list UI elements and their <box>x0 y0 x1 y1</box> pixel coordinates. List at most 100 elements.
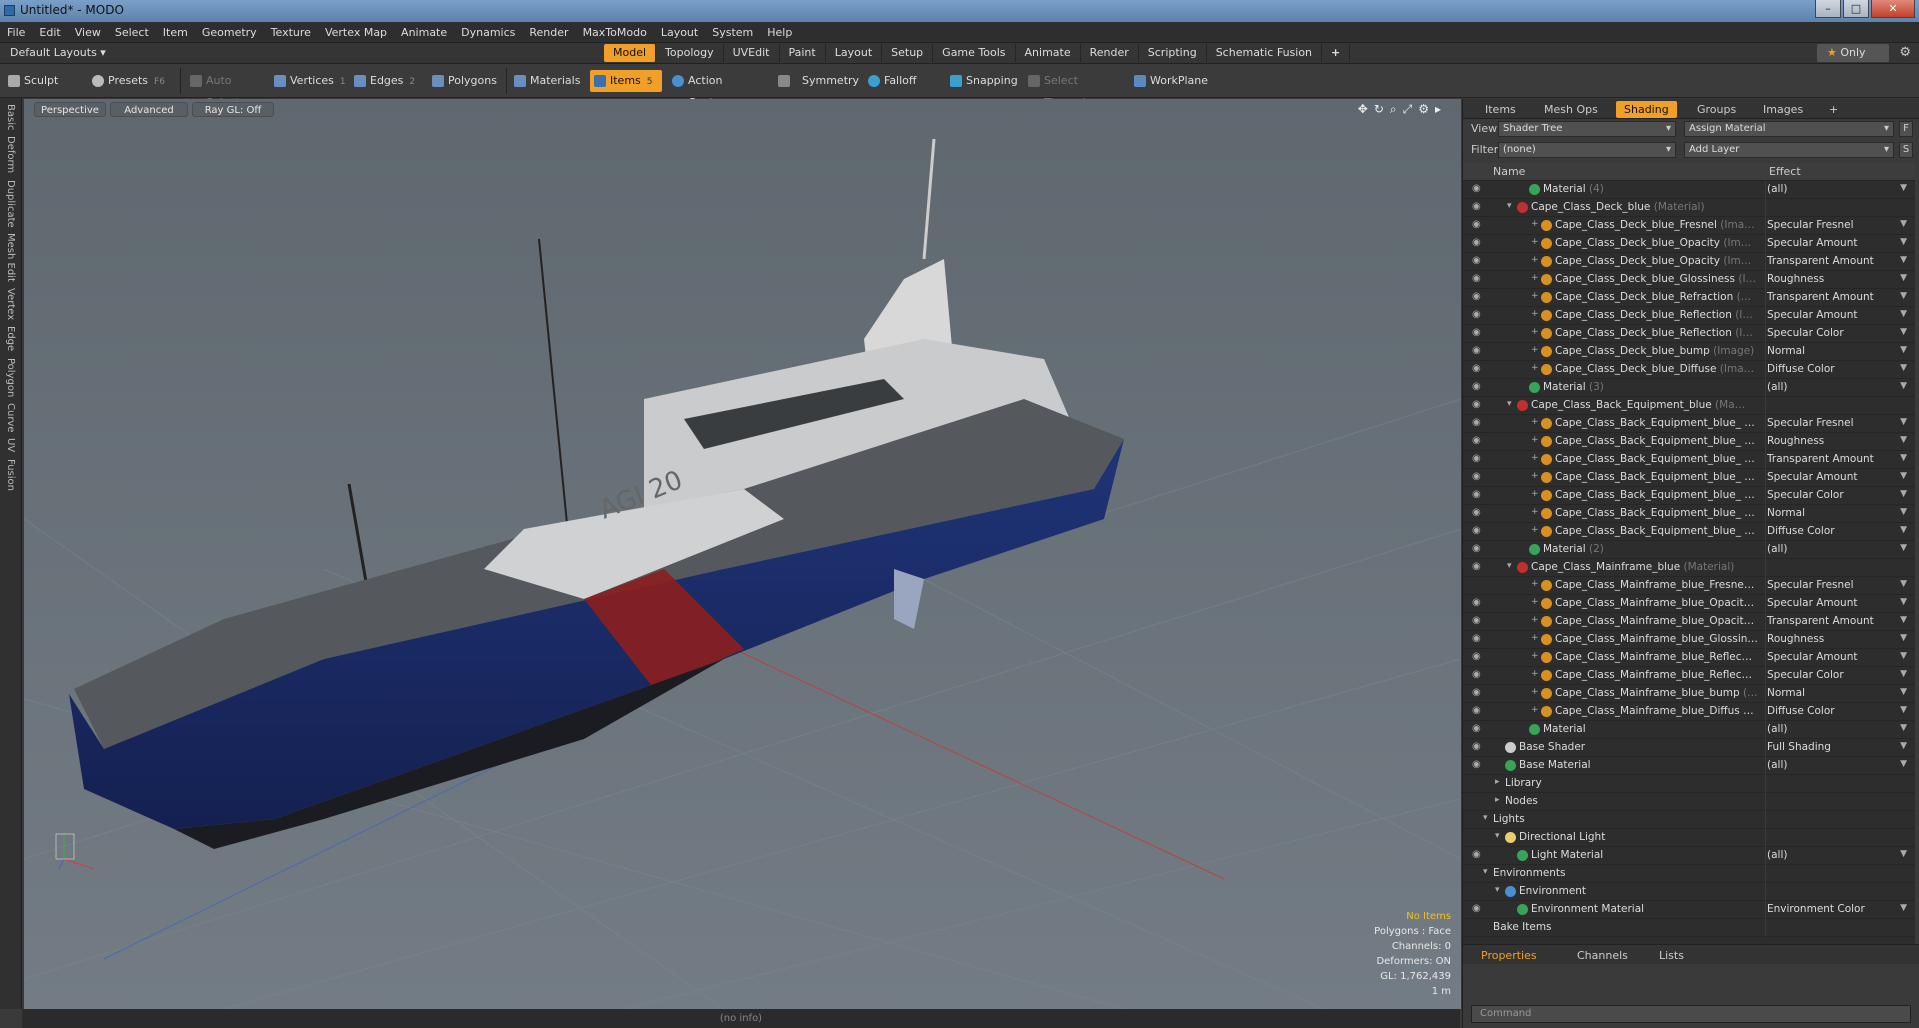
layer-effect[interactable]: Transparent Amount <box>1767 255 1874 267</box>
effect-dropdown-icon[interactable]: ▼ <box>1900 435 1907 445</box>
visibility-eye-icon[interactable]: ◉ <box>1472 634 1484 644</box>
expand-plus-icon[interactable]: + <box>1531 579 1539 589</box>
layer-effect[interactable]: Transparent Amount <box>1767 291 1874 303</box>
effect-dropdown-icon[interactable]: ▼ <box>1900 849 1907 859</box>
shader-tree-row[interactable]: ◉ + Cape_Class_Deck_blue_Refraction (… Tran… <box>1463 289 1915 307</box>
bottom-tab-channels[interactable]: Channels <box>1569 947 1636 964</box>
layer-effect[interactable]: Diffuse Color <box>1767 363 1835 375</box>
shader-tree-row[interactable]: + Cape_Class_Mainframe_blue_Fresne… Specul… <box>1463 577 1915 595</box>
expand-plus-icon[interactable]: + <box>1531 435 1539 445</box>
expand-arrow-icon[interactable]: ▸ <box>1495 777 1500 787</box>
expand-plus-icon[interactable]: + <box>1531 597 1539 607</box>
effect-dropdown-icon[interactable]: ▼ <box>1900 345 1907 355</box>
visibility-eye-icon[interactable]: ◉ <box>1472 562 1484 572</box>
shader-tree-row[interactable]: ◉ + Cape_Class_Deck_blue_Fresnel (Ima… Spec… <box>1463 217 1915 235</box>
effect-dropdown-icon[interactable]: ▼ <box>1900 417 1907 427</box>
menu-dynamics[interactable]: Dynamics <box>454 22 522 43</box>
effect-dropdown-icon[interactable]: ▼ <box>1900 183 1907 193</box>
layer-effect[interactable]: Roughness <box>1767 633 1824 645</box>
effect-dropdown-icon[interactable]: ▼ <box>1900 759 1907 769</box>
visibility-eye-icon[interactable]: ◉ <box>1472 490 1484 500</box>
visibility-eye-icon[interactable]: ◉ <box>1472 742 1484 752</box>
visibility-eye-icon[interactable]: ◉ <box>1472 292 1484 302</box>
layer-effect[interactable]: (all) <box>1767 183 1787 195</box>
expand-plus-icon[interactable]: + <box>1531 705 1539 715</box>
left-tab-basic[interactable]: Basic <box>5 104 16 130</box>
sculpt-button[interactable]: Sculpt <box>4 70 68 92</box>
layer-effect[interactable]: Specular Amount <box>1767 651 1858 663</box>
command-input[interactable]: Command <box>1471 1005 1911 1023</box>
layout-tab-render[interactable]: Render <box>1081 44 1139 62</box>
vertices-button[interactable]: Vertices 1 <box>270 70 350 92</box>
visibility-eye-icon[interactable]: ◉ <box>1472 418 1484 428</box>
visibility-eye-icon[interactable]: ◉ <box>1472 238 1484 248</box>
effect-dropdown-icon[interactable]: ▼ <box>1900 525 1907 535</box>
expand-plus-icon[interactable]: + <box>1531 363 1539 373</box>
effect-dropdown-icon[interactable]: ▼ <box>1900 381 1907 391</box>
shader-tree-row[interactable]: ◉ + Cape_Class_Deck_blue_Glossiness (I… Rou… <box>1463 271 1915 289</box>
expand-plus-icon[interactable]: + <box>1531 471 1539 481</box>
menu-file[interactable]: File <box>0 22 32 43</box>
layer-effect[interactable]: Diffuse Color <box>1767 525 1835 537</box>
shader-tree-row[interactable]: ◉ + Cape_Class_Mainframe_blue_Opacit… Trans… <box>1463 613 1915 631</box>
shader-tree-row[interactable]: ▸ Library <box>1463 775 1915 793</box>
layer-effect[interactable]: Specular Amount <box>1767 597 1858 609</box>
visibility-eye-icon[interactable]: ◉ <box>1472 850 1484 860</box>
layer-effect[interactable]: Specular Amount <box>1767 471 1858 483</box>
expand-plus-icon[interactable]: + <box>1531 651 1539 661</box>
layer-effect[interactable]: (all) <box>1767 759 1787 771</box>
visibility-eye-icon[interactable]: ◉ <box>1472 652 1484 662</box>
close-button[interactable]: ✕ <box>1871 0 1915 18</box>
visibility-eye-icon[interactable]: ◉ <box>1472 400 1484 410</box>
shader-tree-row[interactable]: ◉ Base Material (all) ▼ <box>1463 757 1915 775</box>
expand-plus-icon[interactable]: + <box>1531 273 1539 283</box>
shader-tree-row[interactable]: ◉ + Cape_Class_Deck_blue_Reflection (I… Spe… <box>1463 325 1915 343</box>
effect-dropdown-icon[interactable]: ▼ <box>1900 327 1907 337</box>
3d-viewport[interactable]: AGI 20 Perspective Advanced Ray GL: Off … <box>24 99 1461 1009</box>
shader-tree-row[interactable]: ▾ Directional Light <box>1463 829 1915 847</box>
expand-plus-icon[interactable]: + <box>1531 291 1539 301</box>
effect-dropdown-icon[interactable]: ▼ <box>1900 507 1907 517</box>
expand-plus-icon[interactable]: + <box>1531 615 1539 625</box>
layer-effect[interactable]: Diffuse Color <box>1767 705 1835 717</box>
visibility-eye-icon[interactable]: ◉ <box>1472 904 1484 914</box>
polygons-button[interactable]: Polygons <box>428 70 504 92</box>
expand-plus-icon[interactable]: + <box>1531 687 1539 697</box>
perspective-button[interactable]: Perspective <box>34 102 106 117</box>
layer-effect[interactable]: Specular Fresnel <box>1767 579 1854 591</box>
materials-button[interactable]: Materials <box>510 70 586 92</box>
shader-tree-row[interactable]: ◉ + Cape_Class_Mainframe_blue_Reflec… Specu… <box>1463 649 1915 667</box>
menu-select[interactable]: Select <box>108 22 156 43</box>
raygl-button[interactable]: Ray GL: Off <box>192 102 274 117</box>
layer-effect[interactable]: Roughness <box>1767 435 1824 447</box>
advanced-button[interactable]: Advanced <box>110 102 188 117</box>
bottom-tab-lists[interactable]: Lists <box>1651 947 1692 964</box>
shader-tree-row[interactable]: ◉ + Cape_Class_Deck_blue_bump (Image) Norma… <box>1463 343 1915 361</box>
visibility-eye-icon[interactable]: ◉ <box>1472 310 1484 320</box>
menu-vertex-map[interactable]: Vertex Map <box>318 22 394 43</box>
expand-arrow-icon[interactable]: ▾ <box>1495 831 1500 841</box>
expand-plus-icon[interactable]: + <box>1531 669 1539 679</box>
visibility-eye-icon[interactable]: ◉ <box>1472 472 1484 482</box>
layer-effect[interactable]: Specular Color <box>1767 669 1844 681</box>
effect-dropdown-icon[interactable]: ▼ <box>1900 903 1907 913</box>
symmetry-button[interactable]: Symmetry <box>774 70 859 92</box>
visibility-eye-icon[interactable]: ◉ <box>1472 724 1484 734</box>
expand-plus-icon[interactable]: + <box>1531 633 1539 643</box>
shader-tree-row[interactable]: ◉ + Cape_Class_Back_Equipment_blue_ … Specu… <box>1463 415 1915 433</box>
layout-tab-game-tools[interactable]: Game Tools <box>933 44 1016 62</box>
shader-tree-row[interactable]: ◉ Material (4) (all) ▼ <box>1463 181 1915 199</box>
visibility-eye-icon[interactable]: ◉ <box>1472 346 1484 356</box>
layout-tab-model[interactable]: Model <box>604 44 657 62</box>
layer-effect[interactable]: Normal <box>1767 687 1805 699</box>
visibility-eye-icon[interactable]: ◉ <box>1472 364 1484 374</box>
expand-arrow-icon[interactable]: ▾ <box>1483 813 1488 823</box>
menu-layout[interactable]: Layout <box>654 22 705 43</box>
shader-tree-row[interactable]: ◉ ▾ Cape_Class_Deck_blue (Material) <box>1463 199 1915 217</box>
effect-column-header[interactable]: Effect <box>1769 165 1801 178</box>
filter-dropdown[interactable]: (none) <box>1498 142 1676 158</box>
items-button[interactable]: Items 5 <box>590 70 662 92</box>
shader-tree-row[interactable]: ◉ Environment Material Environment Color ▼ <box>1463 901 1915 919</box>
expand-plus-icon[interactable]: + <box>1531 327 1539 337</box>
layer-effect[interactable]: Normal <box>1767 345 1805 357</box>
